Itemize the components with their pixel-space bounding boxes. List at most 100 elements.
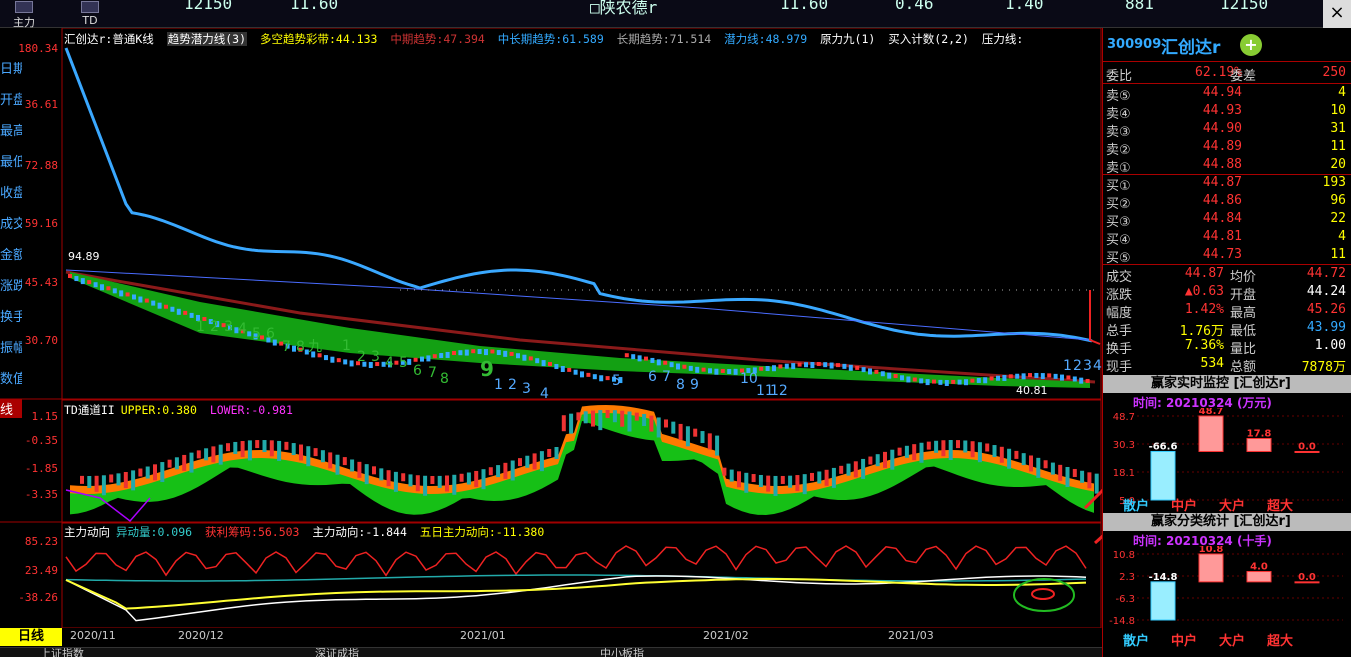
sell-price: 44.89 — [1202, 139, 1242, 154]
td-bar — [576, 412, 581, 421]
sell-row[interactable]: 卖① 44.88 20 — [1103, 157, 1351, 176]
legend-ktype[interactable]: 普通K线 — [112, 32, 153, 46]
add-watchlist-button[interactable]: + — [1240, 34, 1262, 56]
y-axis-label: 180.34 — [18, 42, 58, 55]
candle — [861, 367, 866, 373]
buy-row[interactable]: 买② 44.86 96 — [1103, 193, 1351, 212]
tab-daily[interactable]: 日线 — [0, 628, 62, 646]
buy-volume: 4 — [1338, 229, 1346, 244]
status-index[interactable]: 上证指数 — [40, 648, 84, 657]
monitor-title[interactable]: 赢家分类统计 [汇创达r] — [1103, 513, 1351, 531]
td-bar — [87, 475, 92, 488]
monitor-title[interactable]: 赢家实时监控 [汇创达r] — [1103, 375, 1351, 393]
main-k-chart: 94.8940.811 2 3 4 5 67 8 九 12 3 4 5 6 7 8 91 2 3 45 6 7 8 9 101… — [64, 47, 1102, 402]
legend-pressure[interactable]: 压力线: — [982, 32, 1023, 46]
monitor2-categories: 散户 中户 大户 超大 — [1123, 630, 1343, 649]
main-force-button[interactable]: 主力 — [0, 0, 48, 29]
td-bar — [101, 475, 106, 496]
buy-row[interactable]: 买④ 44.81 4 — [1103, 229, 1351, 248]
sell-price: 44.93 — [1202, 103, 1242, 118]
stat-label: 现手 — [1106, 360, 1133, 375]
td-bar — [160, 462, 165, 483]
stat-value: 7878万 — [1301, 360, 1346, 375]
td-bar — [313, 448, 318, 457]
monitor-bar — [1198, 415, 1224, 452]
monitor-bar — [1150, 450, 1176, 501]
td-bar — [795, 475, 800, 492]
candle — [100, 284, 104, 291]
candle — [586, 372, 591, 377]
td-bar — [934, 440, 939, 453]
td-bar — [488, 467, 493, 476]
td-bar — [722, 467, 727, 476]
candle — [682, 364, 687, 369]
sell-label: 卖③ — [1106, 125, 1131, 140]
candle — [599, 375, 604, 382]
td-icon — [81, 1, 99, 13]
td-count-label: 3 — [1083, 358, 1092, 374]
stat-label: 最低 — [1230, 324, 1257, 339]
candle — [1028, 373, 1032, 378]
y-axis-label: -0.35 — [25, 434, 58, 447]
y-axis-label: 30.70 — [25, 334, 58, 347]
buy-row[interactable]: 买① 44.87 193 — [1103, 175, 1351, 194]
buy-price: 44.81 — [1202, 229, 1242, 244]
candle — [932, 379, 936, 384]
candle — [816, 361, 821, 366]
monitor-bar-label: 0.0 — [1298, 441, 1316, 452]
td-label: TD — [82, 14, 98, 27]
legend-yuanli[interactable]: 原力九(1) — [820, 32, 875, 46]
sell-label: 卖⑤ — [1106, 89, 1131, 104]
td-count-label: 4 — [540, 386, 549, 402]
monitor-bar-label: -14.8 — [1149, 572, 1178, 583]
candle — [912, 377, 917, 382]
candle — [1021, 373, 1026, 380]
candle — [893, 374, 898, 379]
candle — [919, 378, 924, 384]
td-bar — [664, 419, 668, 428]
td-bar — [357, 461, 362, 478]
candle — [132, 294, 136, 300]
sell-row[interactable]: 卖⑤ 44.94 4 — [1103, 85, 1351, 104]
sell-row[interactable]: 卖③ 44.90 31 — [1103, 121, 1351, 140]
candle — [164, 304, 168, 309]
close-icon[interactable]: × — [1323, 0, 1351, 28]
mf-legend-profit-label: 获利筹码: — [205, 525, 258, 539]
td-bar — [598, 410, 603, 431]
td-bar — [182, 454, 187, 471]
candle — [394, 360, 399, 365]
td-bar — [824, 469, 829, 486]
stat-value: 44.24 — [1306, 284, 1346, 299]
y-axis-label: 59.16 — [25, 217, 58, 230]
stat-row: 现手 534 总额 7878万 — [1103, 356, 1351, 375]
status-index[interactable]: 深证成指 — [315, 648, 359, 657]
buy-row[interactable]: 买⑤ 44.73 11 — [1103, 247, 1351, 266]
td-count-label: 5 — [399, 355, 408, 371]
candle — [810, 362, 815, 369]
td-bar — [846, 463, 851, 476]
stock-code: 300909 — [1107, 37, 1162, 52]
td-bar — [481, 469, 486, 490]
candle — [951, 379, 956, 384]
candle — [765, 365, 770, 371]
mf-legend: 主力动向 异动量:0.096 获利筹码:56.503 主力动向:-1.844 五日… — [64, 524, 550, 540]
weibi-label: 委比 — [1106, 69, 1133, 84]
td-bar — [1014, 450, 1019, 459]
status-index[interactable]: 中小板指 — [600, 648, 644, 657]
candle — [144, 298, 149, 303]
td-legend-upper-value: 0.380 — [162, 403, 197, 417]
candle — [413, 357, 418, 362]
sell-row[interactable]: 卖② 44.89 11 — [1103, 139, 1351, 158]
legend-buy-count[interactable]: 买入计数(2,2) — [888, 32, 969, 46]
legend-trend-potential[interactable]: 趋势潜力线(3) — [166, 32, 248, 46]
sell-row[interactable]: 卖④ 44.93 10 — [1103, 103, 1351, 122]
topbar-value: 12150 — [184, 0, 233, 13]
td-bar — [196, 450, 201, 459]
td-button[interactable]: TD — [66, 0, 114, 28]
candle — [906, 376, 911, 383]
topbar-value: 11.60 — [780, 0, 829, 13]
td-bar — [167, 459, 172, 468]
candle — [1072, 376, 1077, 382]
buy-row[interactable]: 买③ 44.84 22 — [1103, 211, 1351, 230]
candle — [106, 286, 111, 291]
